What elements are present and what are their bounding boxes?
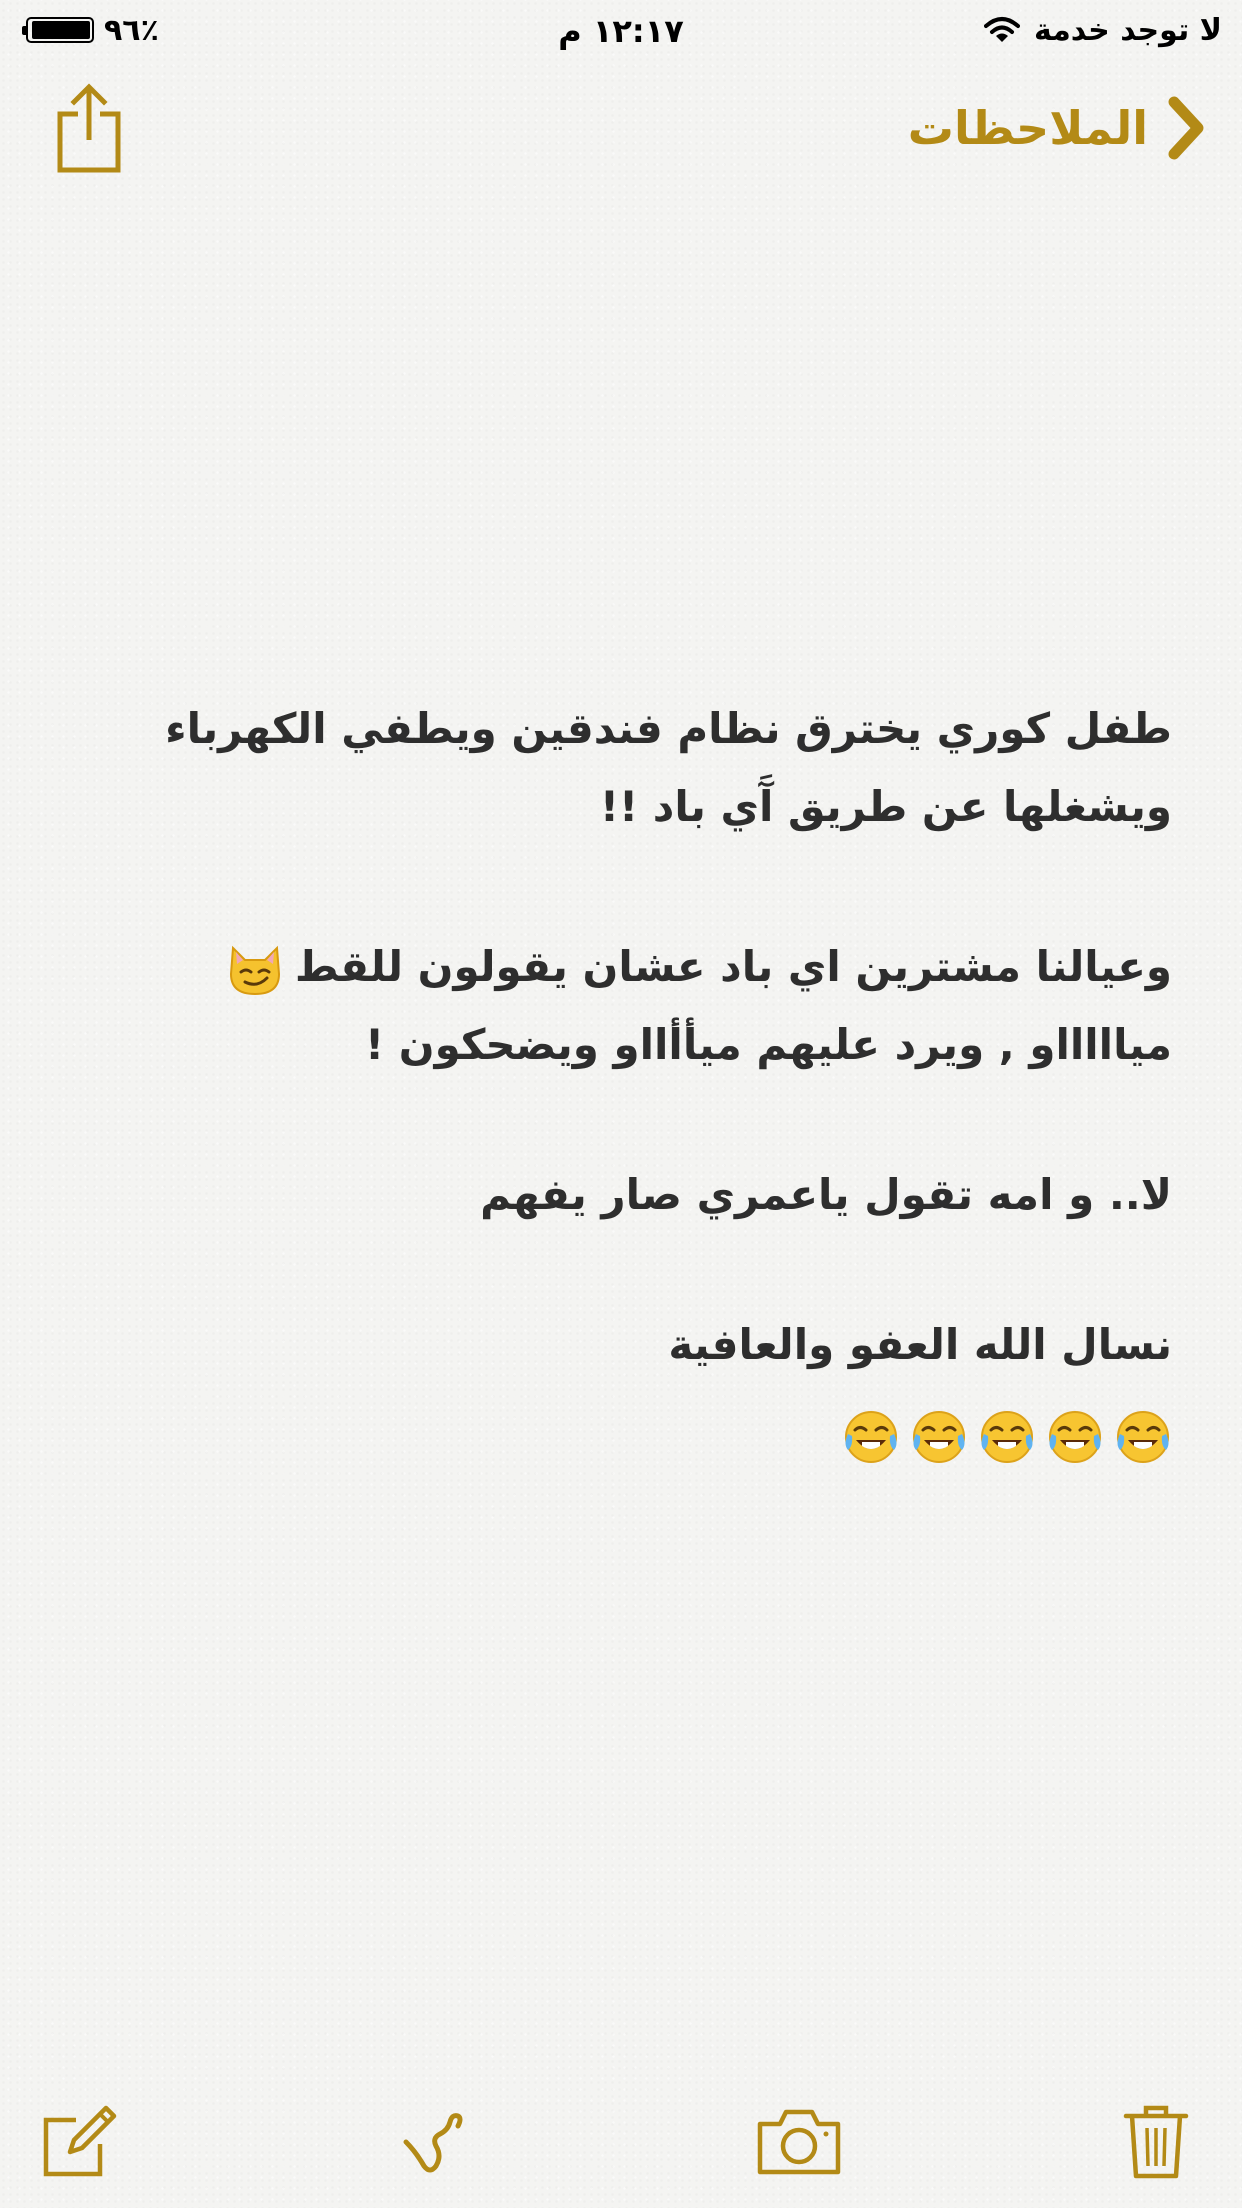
- compose-button[interactable]: [40, 2100, 120, 2180]
- carrier-indicator: لا توجد خدمة: [984, 10, 1222, 50]
- smirking-cat-emoji-icon: [229, 945, 280, 995]
- chevron-right-icon: [1168, 96, 1204, 160]
- sketch-icon: [403, 2113, 463, 2173]
- note-line-text: وعيالنا مشترين اي باد عشان يقولون للقط: [294, 942, 1172, 991]
- note-line: لا.. و امه تقول ياعمري صار يفهم: [480, 1170, 1172, 1219]
- camera-icon: [757, 2109, 841, 2175]
- back-button[interactable]: الملاحظات: [908, 88, 1206, 168]
- navigation-bar: الملاحظات: [0, 70, 1242, 190]
- back-label: الملاحظات: [907, 101, 1148, 155]
- compose-icon: [43, 2105, 117, 2177]
- trash-icon: [1123, 2105, 1189, 2179]
- bottom-toolbar: [0, 2090, 1242, 2190]
- note-line: ويشغلها عن طريق آَي باد !!: [599, 782, 1172, 831]
- note-line: نسال الله العفو والعافية: [668, 1320, 1172, 1369]
- tears-of-joy-emoji-icon: [913, 1411, 965, 1463]
- camera-button[interactable]: [754, 2100, 844, 2180]
- status-bar: ٩٦٪ ١٢:١٧ م لا توجد خدمة: [0, 0, 1242, 60]
- tears-of-joy-emoji-icon: [1117, 1411, 1169, 1463]
- share-icon: [57, 83, 121, 173]
- tears-of-joy-emoji-icon: [1049, 1411, 1101, 1463]
- delete-button[interactable]: [1116, 2100, 1196, 2180]
- note-line: مياااااو , ويرد عليهم ميأأااو ويضحكون !: [364, 1020, 1172, 1069]
- tears-of-joy-emoji-icon: [845, 1411, 897, 1463]
- sketch-button[interactable]: [396, 2100, 476, 2180]
- note-line: طفل كوري يخترق نظام فندقين ويطفي الكهربا…: [165, 704, 1172, 753]
- laughing-emoji-row: [132, 1392, 1172, 1482]
- wifi-icon: [984, 17, 1021, 42]
- note-line-with-emoji: وعيالنا مشترين اي باد عشان يقولون للقط: [132, 928, 1172, 1006]
- carrier-text: لا توجد خدمة: [1034, 12, 1222, 48]
- share-button[interactable]: [54, 80, 124, 176]
- tears-of-joy-emoji-icon: [981, 1411, 1033, 1463]
- note-content[interactable]: طفل كوري يخترق نظام فندقين ويطفي الكهربا…: [132, 690, 1172, 1482]
